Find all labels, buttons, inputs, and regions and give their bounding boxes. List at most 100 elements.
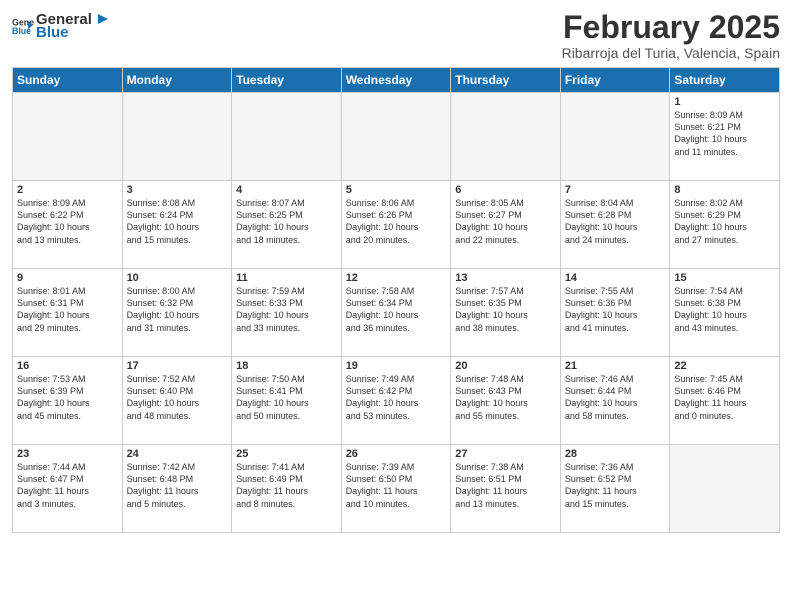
calendar-cell: 19Sunrise: 7:49 AM Sunset: 6:42 PM Dayli… xyxy=(341,357,451,445)
calendar-cell: 27Sunrise: 7:38 AM Sunset: 6:51 PM Dayli… xyxy=(451,445,561,533)
calendar-cell: 15Sunrise: 7:54 AM Sunset: 6:38 PM Dayli… xyxy=(670,269,780,357)
day-number: 25 xyxy=(236,448,337,460)
title-block: February 2025 Ribarroja del Turia, Valen… xyxy=(562,10,780,61)
day-number: 4 xyxy=(236,184,337,196)
day-number: 23 xyxy=(17,448,118,460)
day-detail: Sunrise: 7:57 AM Sunset: 6:35 PM Dayligh… xyxy=(455,285,556,334)
day-number: 19 xyxy=(346,360,447,372)
day-detail: Sunrise: 7:39 AM Sunset: 6:50 PM Dayligh… xyxy=(346,461,447,510)
logo-icon: General Blue xyxy=(12,15,34,37)
day-detail: Sunrise: 7:38 AM Sunset: 6:51 PM Dayligh… xyxy=(455,461,556,510)
calendar-cell: 9Sunrise: 8:01 AM Sunset: 6:31 PM Daylig… xyxy=(13,269,123,357)
day-detail: Sunrise: 8:05 AM Sunset: 6:27 PM Dayligh… xyxy=(455,197,556,246)
day-number: 22 xyxy=(674,360,775,372)
day-number: 16 xyxy=(17,360,118,372)
day-detail: Sunrise: 7:45 AM Sunset: 6:46 PM Dayligh… xyxy=(674,373,775,422)
calendar-cell: 7Sunrise: 8:04 AM Sunset: 6:28 PM Daylig… xyxy=(560,181,670,269)
day-number: 9 xyxy=(17,272,118,284)
day-number: 2 xyxy=(17,184,118,196)
day-number: 26 xyxy=(346,448,447,460)
calendar-cell: 14Sunrise: 7:55 AM Sunset: 6:36 PM Dayli… xyxy=(560,269,670,357)
day-number: 1 xyxy=(674,96,775,108)
day-number: 21 xyxy=(565,360,666,372)
col-friday: Friday xyxy=(560,68,670,93)
day-number: 6 xyxy=(455,184,556,196)
calendar-cell: 13Sunrise: 7:57 AM Sunset: 6:35 PM Dayli… xyxy=(451,269,561,357)
day-detail: Sunrise: 8:04 AM Sunset: 6:28 PM Dayligh… xyxy=(565,197,666,246)
day-number: 13 xyxy=(455,272,556,284)
calendar-week-4: 23Sunrise: 7:44 AM Sunset: 6:47 PM Dayli… xyxy=(13,445,780,533)
calendar-header-row: Sunday Monday Tuesday Wednesday Thursday… xyxy=(13,68,780,93)
day-detail: Sunrise: 7:58 AM Sunset: 6:34 PM Dayligh… xyxy=(346,285,447,334)
day-number: 24 xyxy=(127,448,228,460)
day-number: 12 xyxy=(346,272,447,284)
calendar-cell: 20Sunrise: 7:48 AM Sunset: 6:43 PM Dayli… xyxy=(451,357,561,445)
calendar-cell: 3Sunrise: 8:08 AM Sunset: 6:24 PM Daylig… xyxy=(122,181,232,269)
calendar-week-0: 1Sunrise: 8:09 AM Sunset: 6:21 PM Daylig… xyxy=(13,93,780,181)
day-detail: Sunrise: 8:02 AM Sunset: 6:29 PM Dayligh… xyxy=(674,197,775,246)
calendar-cell: 23Sunrise: 7:44 AM Sunset: 6:47 PM Dayli… xyxy=(13,445,123,533)
day-number: 8 xyxy=(674,184,775,196)
calendar-cell: 16Sunrise: 7:53 AM Sunset: 6:39 PM Dayli… xyxy=(13,357,123,445)
day-detail: Sunrise: 7:36 AM Sunset: 6:52 PM Dayligh… xyxy=(565,461,666,510)
calendar-cell: 21Sunrise: 7:46 AM Sunset: 6:44 PM Dayli… xyxy=(560,357,670,445)
day-detail: Sunrise: 8:06 AM Sunset: 6:26 PM Dayligh… xyxy=(346,197,447,246)
calendar-cell: 24Sunrise: 7:42 AM Sunset: 6:48 PM Dayli… xyxy=(122,445,232,533)
calendar-cell: 8Sunrise: 8:02 AM Sunset: 6:29 PM Daylig… xyxy=(670,181,780,269)
day-detail: Sunrise: 7:42 AM Sunset: 6:48 PM Dayligh… xyxy=(127,461,228,510)
calendar-cell: 4Sunrise: 8:07 AM Sunset: 6:25 PM Daylig… xyxy=(232,181,342,269)
calendar-cell xyxy=(560,93,670,181)
day-number: 18 xyxy=(236,360,337,372)
calendar-page: General Blue General Blue February 2025 … xyxy=(0,0,792,612)
calendar-cell: 18Sunrise: 7:50 AM Sunset: 6:41 PM Dayli… xyxy=(232,357,342,445)
calendar-cell: 5Sunrise: 8:06 AM Sunset: 6:26 PM Daylig… xyxy=(341,181,451,269)
day-number: 5 xyxy=(346,184,447,196)
day-detail: Sunrise: 8:00 AM Sunset: 6:32 PM Dayligh… xyxy=(127,285,228,334)
day-detail: Sunrise: 8:09 AM Sunset: 6:21 PM Dayligh… xyxy=(674,109,775,158)
calendar-week-2: 9Sunrise: 8:01 AM Sunset: 6:31 PM Daylig… xyxy=(13,269,780,357)
day-detail: Sunrise: 8:07 AM Sunset: 6:25 PM Dayligh… xyxy=(236,197,337,246)
calendar-cell: 1Sunrise: 8:09 AM Sunset: 6:21 PM Daylig… xyxy=(670,93,780,181)
calendar-cell: 11Sunrise: 7:59 AM Sunset: 6:33 PM Dayli… xyxy=(232,269,342,357)
day-detail: Sunrise: 7:49 AM Sunset: 6:42 PM Dayligh… xyxy=(346,373,447,422)
calendar-week-3: 16Sunrise: 7:53 AM Sunset: 6:39 PM Dayli… xyxy=(13,357,780,445)
calendar-cell: 26Sunrise: 7:39 AM Sunset: 6:50 PM Dayli… xyxy=(341,445,451,533)
day-detail: Sunrise: 7:54 AM Sunset: 6:38 PM Dayligh… xyxy=(674,285,775,334)
day-number: 7 xyxy=(565,184,666,196)
day-detail: Sunrise: 8:09 AM Sunset: 6:22 PM Dayligh… xyxy=(17,197,118,246)
calendar-title: February 2025 xyxy=(562,10,780,45)
day-detail: Sunrise: 7:55 AM Sunset: 6:36 PM Dayligh… xyxy=(565,285,666,334)
day-number: 11 xyxy=(236,272,337,284)
col-thursday: Thursday xyxy=(451,68,561,93)
calendar-cell: 12Sunrise: 7:58 AM Sunset: 6:34 PM Dayli… xyxy=(341,269,451,357)
calendar-cell: 22Sunrise: 7:45 AM Sunset: 6:46 PM Dayli… xyxy=(670,357,780,445)
calendar-week-1: 2Sunrise: 8:09 AM Sunset: 6:22 PM Daylig… xyxy=(13,181,780,269)
calendar-table: Sunday Monday Tuesday Wednesday Thursday… xyxy=(12,67,780,533)
calendar-cell xyxy=(451,93,561,181)
calendar-cell xyxy=(232,93,342,181)
calendar-cell: 10Sunrise: 8:00 AM Sunset: 6:32 PM Dayli… xyxy=(122,269,232,357)
logo: General Blue General Blue xyxy=(12,10,112,41)
day-detail: Sunrise: 7:48 AM Sunset: 6:43 PM Dayligh… xyxy=(455,373,556,422)
day-detail: Sunrise: 7:53 AM Sunset: 6:39 PM Dayligh… xyxy=(17,373,118,422)
col-wednesday: Wednesday xyxy=(341,68,451,93)
calendar-cell: 28Sunrise: 7:36 AM Sunset: 6:52 PM Dayli… xyxy=(560,445,670,533)
day-number: 14 xyxy=(565,272,666,284)
calendar-subtitle: Ribarroja del Turia, Valencia, Spain xyxy=(562,45,780,61)
day-detail: Sunrise: 8:01 AM Sunset: 6:31 PM Dayligh… xyxy=(17,285,118,334)
day-number: 27 xyxy=(455,448,556,460)
day-detail: Sunrise: 7:52 AM Sunset: 6:40 PM Dayligh… xyxy=(127,373,228,422)
calendar-cell: 25Sunrise: 7:41 AM Sunset: 6:49 PM Dayli… xyxy=(232,445,342,533)
calendar-cell: 17Sunrise: 7:52 AM Sunset: 6:40 PM Dayli… xyxy=(122,357,232,445)
calendar-cell: 2Sunrise: 8:09 AM Sunset: 6:22 PM Daylig… xyxy=(13,181,123,269)
day-number: 15 xyxy=(674,272,775,284)
header: General Blue General Blue February 2025 … xyxy=(12,10,780,61)
day-number: 28 xyxy=(565,448,666,460)
calendar-cell xyxy=(341,93,451,181)
day-number: 20 xyxy=(455,360,556,372)
day-detail: Sunrise: 7:46 AM Sunset: 6:44 PM Dayligh… xyxy=(565,373,666,422)
col-saturday: Saturday xyxy=(670,68,780,93)
logo-arrow-icon xyxy=(94,10,112,28)
day-number: 10 xyxy=(127,272,228,284)
col-tuesday: Tuesday xyxy=(232,68,342,93)
